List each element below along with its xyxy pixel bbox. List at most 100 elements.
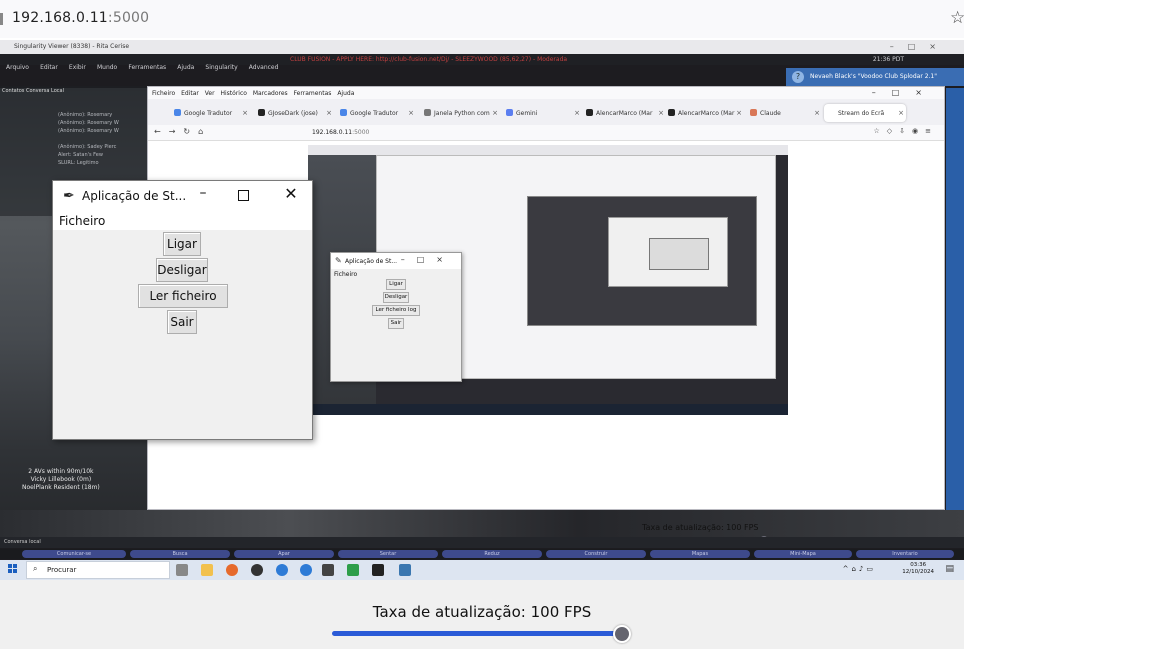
ff-menu-item: Editar [181,90,199,97]
github-icon [668,109,675,116]
search-icon: ⌕ [33,564,38,573]
ff-nav-bar: ←→↻⌂ 192.168.0.11:5000 ☆◇⇩◉≡ [148,125,944,141]
feather-icon: ✒ [63,188,75,204]
sl-window-controls: –□× [889,42,950,51]
ff-menu-item: Ferramentas [293,90,332,97]
sl-menu-item: Arquivo [6,64,29,71]
sl-pill: Mapas [650,550,750,558]
menu-ficheiro[interactable]: Ficheiro [59,214,105,228]
avatar-radar-text: 2 AVs within 90m/10k Vicky Lillebook (0m… [22,468,100,492]
github-icon [258,109,265,116]
notification-icon: ▤ [945,564,954,574]
tab-label: Claude [760,110,781,117]
address-bar-edge [0,13,3,25]
nested-capture-4 [649,238,709,270]
feather-icon: ✎ [335,256,342,265]
tk-mid-ligar: Ligar [386,279,406,290]
fps-slider-thumb[interactable] [613,625,631,643]
windows-start-icon [8,564,18,574]
ff-menu-item: Marcadores [252,90,288,97]
ler-log-button[interactable]: Ler ficheiro log [138,284,228,325]
maximize-icon[interactable] [238,190,249,201]
ff-menu-item: Histórico [220,90,247,97]
sl-menu-item: Ferramentas [128,64,167,71]
nested-capture-3 [608,217,728,287]
taskbar-search: ⌕ Procurar [26,561,170,579]
close-icon: × [574,109,580,117]
gemini-icon [506,109,513,116]
sl-menu-item: Exibir [68,64,86,71]
ff-tab: GJoseDark (jose) × [254,104,334,122]
help-icon: ? [792,71,804,83]
tab-favicon [174,109,181,116]
sl-clock: 21:36 PDT [872,56,904,63]
tab-label: GJoseDark (jose) [268,110,318,117]
tk-mid-title: Aplicação de St... [345,258,398,265]
chat-tabs: Contatos Conversa Local [2,88,64,94]
sl-local-chat-label: Conversa local [4,539,41,545]
system-tray-icons: ^⌂♪▭ [842,565,876,573]
tk-mid-ler-log: Ler ficheiro log [372,305,420,316]
chat-line: Alert: Satan's Few [58,152,103,158]
sl-button-bar: Comunicar-se Busca Apar Sentar Reduz Con… [0,549,964,559]
windows-taskbar: ⌕ Procurar ^⌂♪▭ 03:36 12/10/2024 ▤ [0,560,964,580]
ff-toolbar-icons: ☆◇⇩◉≡ [873,127,938,135]
chat-line: (Anônimo): Rosemary [58,112,113,118]
ff-window-controls: –□× [871,88,938,97]
sl-pill: Mini-Mapa [754,550,852,558]
tk-window-mid: ✎ Aplicação de St... –□× Ficheiro Ligar … [330,252,462,382]
radar-line: NoelPlank Resident (18m) [22,484,100,491]
firefox-icon [226,564,238,576]
nested-titlebar [308,145,788,155]
tab-label: Janela Python com [434,110,490,117]
close-icon[interactable]: ✕ [281,184,301,204]
tab-label: AlencarMarco (Mar [596,110,653,117]
translate-icon [340,109,347,116]
clock-time: 03:36 [910,562,927,568]
fps-slider[interactable] [332,625,632,645]
tk-mid-menu: Ficheiro [334,271,358,278]
app-icon [251,564,263,576]
browser-address-bar[interactable]: 192.168.0.11:5000 ☆ [0,0,965,38]
ff-nav-buttons: ←→↻⌂ [154,127,212,136]
sl-pill: Inventario [856,550,954,558]
ligar-button[interactable]: Ligar [163,232,201,256]
sl-menu-item: Mundo [96,64,118,71]
tk-window-title: Aplicação de St... [82,189,187,203]
ff-tab: Google Tradutor × [170,104,250,122]
ff-tab: Google Tradutor × [336,104,416,122]
fps-slider-track[interactable] [332,631,624,636]
tab-label: Google Tradutor [350,110,399,117]
ff-menu-item: Ficheiro [152,90,176,97]
sl-pill: Reduz [442,550,542,558]
sl-title-text: Singularity Viewer (8338) - Rita Cerise [14,43,130,50]
url-port: :5000 [107,10,150,26]
desligar-button[interactable]: Desligar [156,258,208,282]
chat-line: (Anônimo): Rosemary W [58,120,119,126]
ff-menu-item: Ver [204,90,215,97]
task-view-icon [176,564,188,576]
sl-menu-bar: Arquivo Editar Exibir Mundo Ferramentas … [0,54,964,71]
tk-menubar: Ficheiro [53,211,312,230]
close-icon: × [814,109,820,117]
ff-tab-active: Stream do Ecrã × [824,104,906,122]
app-icon [276,564,288,576]
ff-url: 192.168.0.11:5000 [284,128,784,139]
sl-menu-item: Ajuda [177,64,195,71]
terminal-icon [372,564,384,576]
page: 192.168.0.11:5000 ☆ Singularity Viewer (… [0,0,1152,649]
ff-menu-item: Ajuda [337,90,355,97]
github-icon [586,109,593,116]
chat-line: (Anônimo): Rosemary W [58,128,119,134]
sair-button[interactable]: Sair [167,310,197,334]
minimize-icon[interactable]: – [193,185,213,205]
scene-right [946,88,964,543]
app-icon [300,564,312,576]
star-icon[interactable]: ☆ [950,8,965,28]
sl-menu-item: Editar [40,64,58,71]
mid-fps-label: Taxa de atualização: 100 FPS [642,523,759,532]
claude-icon [750,109,757,116]
address-url[interactable]: 192.168.0.11:5000 [12,10,149,26]
close-icon: × [242,109,248,117]
ff-tab: AlencarMarco (Mar × [664,104,744,122]
